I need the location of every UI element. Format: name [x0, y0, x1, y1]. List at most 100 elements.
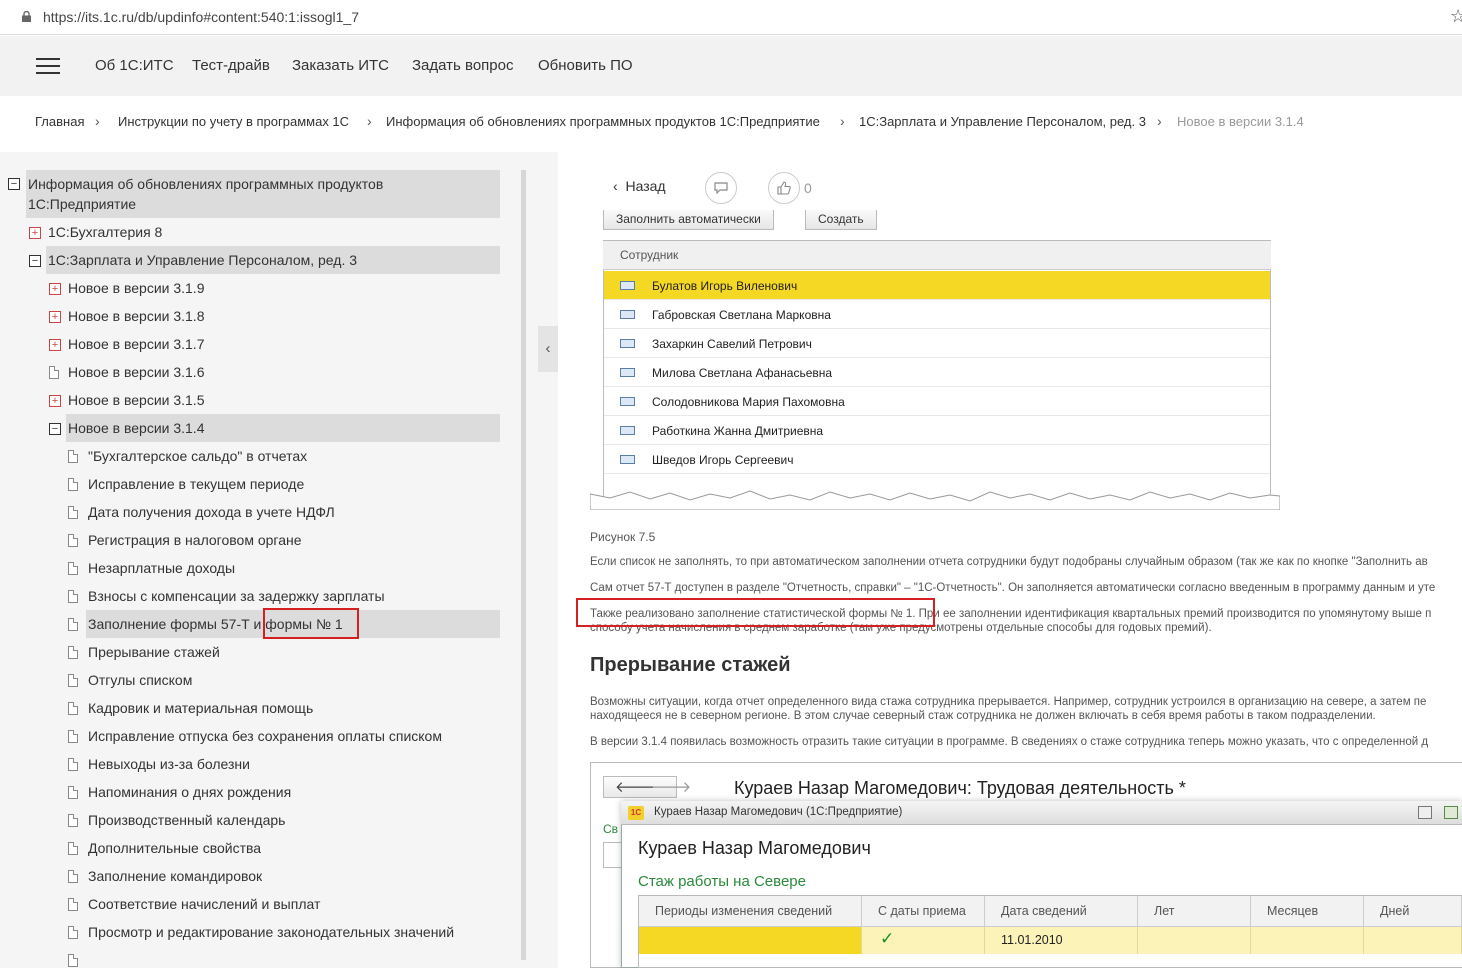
breadcrumb-home[interactable]: Главная — [35, 114, 84, 129]
employee-grid-header: Сотрудник — [603, 241, 1271, 270]
tree-topic[interactable]: Прерывание стажей — [88, 644, 220, 660]
checkmark-icon: ✓ — [862, 927, 985, 954]
tree-expand-icon[interactable]: + — [49, 339, 61, 351]
tree-topic[interactable]: Невыходы из-за болезни — [88, 756, 250, 772]
document-icon — [68, 814, 78, 827]
tree-item-zup3[interactable]: 1С:Зарплата и Управление Персоналом, ред… — [48, 252, 357, 268]
breadcrumb-zup3[interactable]: 1С:Зарплата и Управление Персоналом, ред… — [859, 114, 1146, 129]
column-header: С даты приема — [862, 896, 985, 927]
paragraph: Сам отчет 57-Т доступен в разделе "Отчет… — [590, 582, 1436, 594]
document-icon — [68, 730, 78, 743]
tree-item-version-317[interactable]: Новое в версии 3.1.7 — [68, 336, 205, 352]
column-header: Дата сведений — [985, 896, 1138, 927]
background-form-link: Св — [603, 822, 619, 836]
employee-row: Габровская Светлана Марковна — [604, 300, 1270, 329]
chevron-right-icon: › — [840, 113, 845, 129]
tree-item-version-318[interactable]: Новое в версии 3.1.8 — [68, 308, 205, 324]
tree-item-accounting8[interactable]: 1С:Бухгалтерия 8 — [48, 224, 162, 240]
employee-card-icon — [620, 281, 635, 290]
tree-expand-icon[interactable]: + — [49, 283, 61, 295]
nav-update-software[interactable]: Обновить ПО — [538, 57, 633, 74]
fill-auto-button: Заполнить автоматически — [603, 210, 774, 230]
nav-about-its[interactable]: Об 1С:ИТС — [95, 57, 174, 74]
tree-collapse-icon[interactable]: − — [8, 178, 20, 190]
tree-collapse-icon[interactable]: − — [49, 423, 61, 435]
arrow-right-icon: 🡒 — [651, 779, 692, 796]
back-button[interactable]: ‹ Назад — [613, 178, 666, 194]
tree-expand-icon[interactable]: + — [49, 311, 61, 323]
column-header: Месяцев — [1251, 896, 1364, 927]
chevron-right-icon: › — [1157, 113, 1162, 129]
document-icon — [68, 786, 78, 799]
nav-ask-question[interactable]: Задать вопрос — [412, 57, 513, 74]
column-header: Дней — [1364, 896, 1462, 927]
chevron-right-icon: › — [367, 113, 372, 129]
tree-collapse-icon[interactable]: − — [29, 255, 41, 267]
chevron-left-icon: ‹ — [613, 178, 626, 194]
tree-topic[interactable]: Производственный календарь — [88, 812, 285, 828]
tree-item-version-319[interactable]: Новое в версии 3.1.9 — [68, 280, 205, 296]
section-title: Стаж работы на Севере — [638, 873, 806, 890]
document-icon — [68, 898, 78, 911]
table-cell — [1251, 927, 1364, 954]
document-icon — [68, 758, 78, 771]
employee-row: Булатов Игорь Виленович — [604, 271, 1270, 300]
tree-topic[interactable]: "Бухгалтерское сальдо" в отчетах — [88, 448, 307, 464]
tree-topic[interactable]: Просмотр и редактирование законодательны… — [88, 924, 454, 940]
employee-card-icon — [620, 455, 635, 464]
document-icon — [68, 506, 78, 519]
employee-row: Солодовникова Мария Пахомовна — [604, 387, 1270, 416]
tree-topic[interactable]: Кадровик и материальная помощь — [88, 700, 313, 716]
employee-name: Шведов Игорь Сергеевич — [652, 453, 794, 467]
column-header: Периоды изменения сведений — [639, 896, 862, 927]
document-icon — [68, 646, 78, 659]
tree-topic[interactable]: Дата получения дохода в учете НДФЛ — [88, 504, 335, 520]
breadcrumb-update-info[interactable]: Информация об обновлениях программных пр… — [386, 114, 820, 129]
tree-topic[interactable]: Взносы с компенсации за задержку зарплат… — [88, 588, 385, 604]
browser-address-bar[interactable]: https://its.1c.ru/db/updinfo#content:540… — [0, 0, 1462, 35]
document-icon — [68, 534, 78, 547]
tree-topic[interactable]: Исправление в текущем периоде — [88, 476, 304, 492]
tree-item-version-316[interactable]: Новое в версии 3.1.6 — [68, 364, 205, 380]
breadcrumb-instructions[interactable]: Инструкции по учету в программах 1С — [118, 114, 349, 129]
hamburger-menu-icon[interactable] — [36, 58, 60, 74]
collapse-sidebar-chevron-icon[interactable]: ‹ — [538, 326, 558, 372]
tree-root-line-2[interactable]: 1С:Предприятие — [28, 196, 136, 212]
sidebar-scrollbar[interactable] — [521, 170, 526, 960]
thumbs-up-icon — [777, 181, 791, 195]
tree-topic[interactable]: Заполнение командировок — [88, 868, 262, 884]
employee-row: Шведов Игорь Сергеевич — [604, 445, 1270, 474]
like-button[interactable] — [768, 172, 800, 204]
toc-sidebar — [0, 152, 558, 968]
section-heading: Прерывание стажей — [590, 654, 791, 676]
tree-topic[interactable]: Незарплатные доходы — [88, 560, 235, 576]
table-cell-date: 11.01.2010 — [985, 927, 1138, 954]
comment-icon — [714, 182, 728, 195]
tree-topic[interactable]: Напоминания о днях рождения — [88, 784, 291, 800]
url-text[interactable]: https://its.1c.ru/db/updinfo#content:540… — [43, 9, 359, 25]
nav-order-its[interactable]: Заказать ИТС — [292, 57, 389, 74]
document-icon — [68, 450, 78, 463]
tree-expand-icon[interactable]: + — [49, 395, 61, 407]
tree-topic[interactable]: Отгулы списком — [88, 672, 192, 688]
tree-topic[interactable]: Соответствие начислений и выплат — [88, 896, 320, 912]
bookmark-star-icon[interactable]: ☆ — [1450, 6, 1462, 27]
top-navigation: Об 1С:ИТС Тест-драйв Заказать ИТС Задать… — [0, 36, 1462, 96]
employee-card-icon — [620, 426, 635, 435]
table-cell — [1138, 927, 1251, 954]
nav-test-drive[interactable]: Тест-драйв — [192, 57, 270, 74]
tree-topic[interactable]: Дополнительные свойства — [88, 840, 261, 856]
tree-root-line-1[interactable]: Информация об обновлениях программных пр… — [28, 176, 383, 192]
table-cell — [639, 927, 862, 954]
background-form-control — [603, 842, 623, 868]
document-icon — [49, 366, 59, 379]
tree-item-version-314[interactable]: Новое в версии 3.1.4 — [68, 420, 205, 436]
tree-topic[interactable]: Исправление отпуска без сохранения оплат… — [88, 728, 442, 744]
comment-button[interactable] — [705, 172, 737, 204]
tree-topic[interactable]: Регистрация в налоговом органе — [88, 532, 302, 548]
tree-item-version-315[interactable]: Новое в версии 3.1.5 — [68, 392, 205, 408]
paragraph: находящееся не в северном регионе. В это… — [590, 710, 1376, 722]
tree-expand-icon[interactable]: + — [29, 227, 41, 239]
employee-row: Милова Светлана Афанасьевна — [604, 358, 1270, 387]
print-icon — [1418, 806, 1432, 819]
